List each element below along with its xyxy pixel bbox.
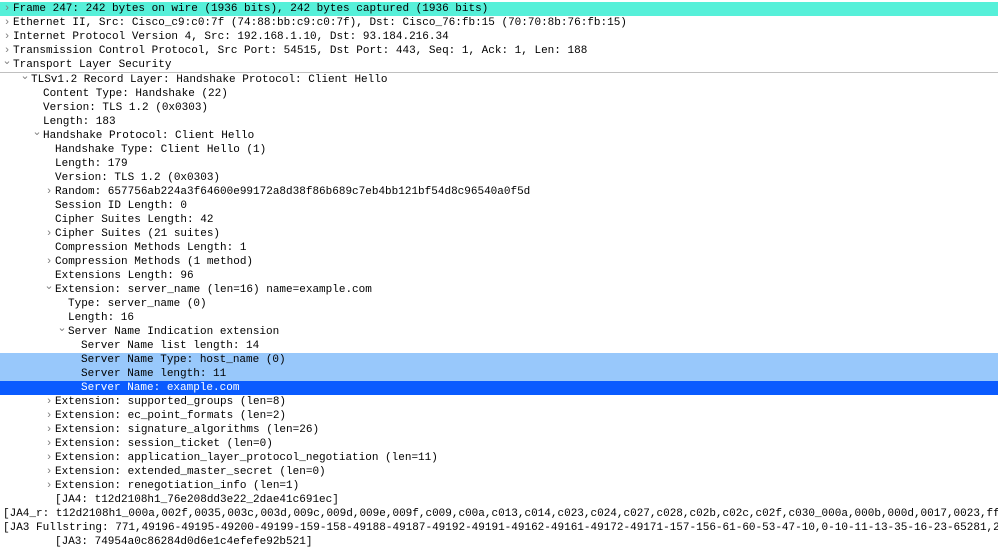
packet-details-pane: Frame 247: 242 bytes on wire (1936 bits)… <box>0 0 998 551</box>
record-length-text: Length: 183 <box>42 115 116 129</box>
ja4r-text: [JA4_r: t12d2108h1_000a,002f,0035,003c,0… <box>2 507 998 521</box>
sn-type-field[interactable]: Type: server_name (0) <box>0 297 998 311</box>
ja3full-field[interactable]: [JA3 Fullstring: 771,49196-49195-49200-4… <box>0 521 998 535</box>
handshake-version-field[interactable]: Version: TLS 1.2 (0x0303) <box>0 171 998 185</box>
server-name-text: Server Name: example.com <box>80 381 239 395</box>
ext-signature-algorithms-text: Extension: signature_algorithms (len=26) <box>54 423 319 437</box>
ext-server-name-text: Extension: server_name (len=16) name=exa… <box>54 283 372 297</box>
sni-text: Server Name Indication extension <box>67 325 279 339</box>
ext-supported-groups-text: Extension: supported_groups (len=8) <box>54 395 286 409</box>
comp-len-field[interactable]: Compression Methods Length: 1 <box>0 241 998 255</box>
expand-icon[interactable] <box>44 409 54 423</box>
tls-record[interactable]: TLSv1.2 Record Layer: Handshake Protocol… <box>0 73 998 87</box>
ext-server-name[interactable]: Extension: server_name (len=16) name=exa… <box>0 283 998 297</box>
ethernet-header[interactable]: Ethernet II, Src: Cisco_c9:c0:7f (74:88:… <box>0 16 998 30</box>
ext-renegotiation-info[interactable]: Extension: renegotiation_info (len=1) <box>0 479 998 493</box>
ext-ems-text: Extension: extended_master_secret (len=0… <box>54 465 326 479</box>
ext-alpn-text: Extension: application_layer_protocol_ne… <box>54 451 438 465</box>
expand-icon[interactable] <box>44 465 54 479</box>
server-name-field[interactable]: Server Name: example.com <box>0 381 998 395</box>
handshake-proto[interactable]: Handshake Protocol: Client Hello <box>0 129 998 143</box>
random-text: Random: 657756ab224a3f64600e99172a8d38f8… <box>54 185 530 199</box>
sn-name-len-text: Server Name length: 11 <box>80 367 226 381</box>
ip-header[interactable]: Internet Protocol Version 4, Src: 192.16… <box>0 30 998 44</box>
ext-ec-point-formats[interactable]: Extension: ec_point_formats (len=2) <box>0 409 998 423</box>
sni-ext[interactable]: Server Name Indication extension <box>0 325 998 339</box>
cipher-suites-text: Cipher Suites (21 suites) <box>54 227 220 241</box>
record-length-field[interactable]: Length: 183 <box>0 115 998 129</box>
sn-list-len-field[interactable]: Server Name list length: 14 <box>0 339 998 353</box>
cipher-len-text: Cipher Suites Length: 42 <box>54 213 213 227</box>
ext-len-field[interactable]: Extensions Length: 96 <box>0 269 998 283</box>
session-id-len-field[interactable]: Session ID Length: 0 <box>0 199 998 213</box>
ext-session-ticket[interactable]: Extension: session_ticket (len=0) <box>0 437 998 451</box>
handshake-length-text: Length: 179 <box>54 157 128 171</box>
ext-ec-point-formats-text: Extension: ec_point_formats (len=2) <box>54 409 286 423</box>
collapse-icon[interactable] <box>32 129 42 143</box>
sn-type-text: Type: server_name (0) <box>67 297 207 311</box>
expand-icon[interactable] <box>44 437 54 451</box>
frame-text: Frame 247: 242 bytes on wire (1936 bits)… <box>12 2 488 16</box>
expand-icon[interactable] <box>2 2 12 16</box>
expand-icon[interactable] <box>44 395 54 409</box>
comp-methods-text: Compression Methods (1 method) <box>54 255 253 269</box>
sn-length-text: Length: 16 <box>67 311 134 325</box>
ja4-text: [JA4: t12d2108h1_76e208dd3e22_2dae41c691… <box>54 493 339 507</box>
sn-name-type-text: Server Name Type: host_name (0) <box>80 353 286 367</box>
record-version-text: Version: TLS 1.2 (0x0303) <box>42 101 208 115</box>
ext-session-ticket-text: Extension: session_ticket (len=0) <box>54 437 273 451</box>
tls-record-text: TLSv1.2 Record Layer: Handshake Protocol… <box>30 73 387 87</box>
expand-icon[interactable] <box>44 255 54 269</box>
expand-icon[interactable] <box>44 451 54 465</box>
ja3-text: [JA3: 74954a0c86284d0d6e1c4efefe92b521] <box>54 535 312 549</box>
cipher-len-field[interactable]: Cipher Suites Length: 42 <box>0 213 998 227</box>
handshake-type-field[interactable]: Handshake Type: Client Hello (1) <box>0 143 998 157</box>
ja3-field[interactable]: [JA3: 74954a0c86284d0d6e1c4efefe92b521] <box>0 535 998 549</box>
tcp-header[interactable]: Transmission Control Protocol, Src Port:… <box>0 44 998 58</box>
sn-name-len-field[interactable]: Server Name length: 11 <box>0 367 998 381</box>
expand-icon[interactable] <box>44 185 54 199</box>
ja3full-text: [JA3 Fullstring: 771,49196-49195-49200-4… <box>2 521 998 535</box>
content-type-text: Content Type: Handshake (22) <box>42 87 228 101</box>
sn-length-field[interactable]: Length: 16 <box>0 311 998 325</box>
content-type-field[interactable]: Content Type: Handshake (22) <box>0 87 998 101</box>
frame-header[interactable]: Frame 247: 242 bytes on wire (1936 bits)… <box>0 2 998 16</box>
comp-len-text: Compression Methods Length: 1 <box>54 241 246 255</box>
ext-signature-algorithms[interactable]: Extension: signature_algorithms (len=26) <box>0 423 998 437</box>
handshake-proto-text: Handshake Protocol: Client Hello <box>42 129 254 143</box>
expand-icon[interactable] <box>2 16 12 30</box>
tls-header[interactable]: Transport Layer Security <box>0 58 998 72</box>
sn-name-type-field[interactable]: Server Name Type: host_name (0) <box>0 353 998 367</box>
ip-text: Internet Protocol Version 4, Src: 192.16… <box>12 30 449 44</box>
ja4r-field[interactable]: [JA4_r: t12d2108h1_000a,002f,0035,003c,0… <box>0 507 998 521</box>
ethernet-text: Ethernet II, Src: Cisco_c9:c0:7f (74:88:… <box>12 16 627 30</box>
handshake-type-text: Handshake Type: Client Hello (1) <box>54 143 266 157</box>
ext-supported-groups[interactable]: Extension: supported_groups (len=8) <box>0 395 998 409</box>
expand-icon[interactable] <box>2 30 12 44</box>
ext-alpn[interactable]: Extension: application_layer_protocol_ne… <box>0 451 998 465</box>
collapse-icon[interactable] <box>20 73 30 87</box>
expand-icon[interactable] <box>44 227 54 241</box>
comp-methods-field[interactable]: Compression Methods (1 method) <box>0 255 998 269</box>
ja4-field[interactable]: [JA4: t12d2108h1_76e208dd3e22_2dae41c691… <box>0 493 998 507</box>
collapse-icon[interactable] <box>2 58 12 72</box>
sn-list-len-text: Server Name list length: 14 <box>80 339 259 353</box>
record-version-field[interactable]: Version: TLS 1.2 (0x0303) <box>0 101 998 115</box>
handshake-length-field[interactable]: Length: 179 <box>0 157 998 171</box>
handshake-version-text: Version: TLS 1.2 (0x0303) <box>54 171 220 185</box>
random-field[interactable]: Random: 657756ab224a3f64600e99172a8d38f8… <box>0 185 998 199</box>
collapse-icon[interactable] <box>44 283 54 297</box>
ext-renegotiation-info-text: Extension: renegotiation_info (len=1) <box>54 479 299 493</box>
expand-icon[interactable] <box>44 423 54 437</box>
tls-text: Transport Layer Security <box>12 58 171 72</box>
expand-icon[interactable] <box>44 479 54 493</box>
tcp-text: Transmission Control Protocol, Src Port:… <box>12 44 587 58</box>
ext-len-text: Extensions Length: 96 <box>54 269 194 283</box>
session-id-len-text: Session ID Length: 0 <box>54 199 187 213</box>
ext-ems[interactable]: Extension: extended_master_secret (len=0… <box>0 465 998 479</box>
cipher-suites-field[interactable]: Cipher Suites (21 suites) <box>0 227 998 241</box>
collapse-icon[interactable] <box>57 325 67 339</box>
